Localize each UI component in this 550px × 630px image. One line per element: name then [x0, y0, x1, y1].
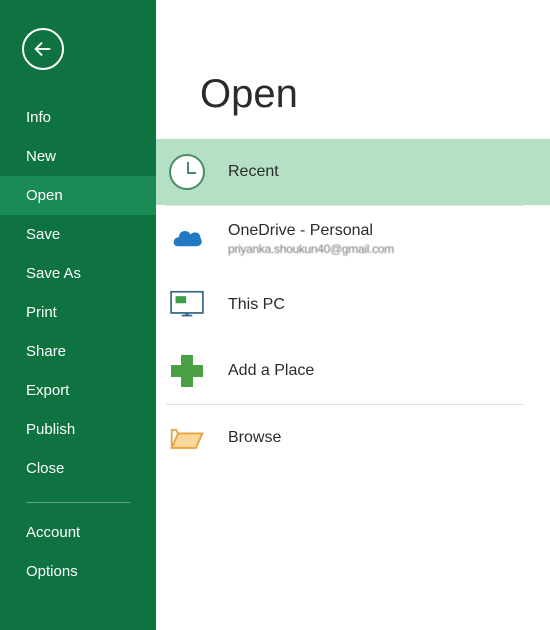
location-label: Browse — [228, 429, 281, 447]
sidebar-item-options[interactable]: Options — [0, 552, 156, 591]
sidebar-item-label: Save As — [26, 265, 81, 282]
sidebar-item-info[interactable]: Info — [0, 98, 156, 137]
sidebar-item-label: New — [26, 148, 56, 165]
location-add-place[interactable]: Add a Place — [156, 338, 550, 404]
sidebar-item-label: Info — [26, 109, 51, 126]
sidebar-item-label: Share — [26, 343, 66, 360]
sidebar-item-print[interactable]: Print — [0, 293, 156, 332]
location-list: Recent OneDrive - Personal priyanka.shou… — [156, 139, 550, 471]
main-panel: Open Recent OneDrive - Personal priyanka… — [156, 0, 550, 630]
sidebar-item-close[interactable]: Close — [0, 449, 156, 488]
location-recent[interactable]: Recent — [156, 139, 550, 205]
sidebar-item-label: Print — [26, 304, 57, 321]
sidebar-item-save[interactable]: Save — [0, 215, 156, 254]
folder-open-icon — [168, 419, 206, 457]
sidebar-item-label: Open — [26, 187, 63, 204]
location-label: Recent — [228, 163, 279, 181]
sidebar-item-label: Export — [26, 382, 69, 399]
sidebar-item-label: Close — [26, 460, 64, 477]
sidebar-item-label: Publish — [26, 421, 75, 438]
backstage-sidebar: Info New Open Save Save As Print Share E… — [0, 0, 156, 630]
location-onedrive[interactable]: OneDrive - Personal priyanka.shoukun40@g… — [156, 206, 550, 272]
sidebar-item-label: Save — [26, 226, 60, 243]
location-label: OneDrive - Personal — [228, 222, 394, 240]
sidebar-item-export[interactable]: Export — [0, 371, 156, 410]
recent-icon — [168, 153, 206, 191]
sidebar-divider — [26, 502, 130, 503]
cloud-icon — [168, 220, 206, 258]
sidebar-item-share[interactable]: Share — [0, 332, 156, 371]
monitor-icon — [168, 286, 206, 324]
sidebar-item-account[interactable]: Account — [0, 513, 156, 552]
sidebar-item-open[interactable]: Open — [0, 176, 156, 215]
sidebar-item-save-as[interactable]: Save As — [0, 254, 156, 293]
sidebar-item-publish[interactable]: Publish — [0, 410, 156, 449]
back-arrow-icon — [32, 38, 54, 60]
sidebar-item-label: Options — [26, 563, 78, 580]
location-label: This PC — [228, 296, 285, 314]
location-label: Add a Place — [228, 362, 314, 380]
plus-icon — [168, 352, 206, 390]
location-this-pc[interactable]: This PC — [156, 272, 550, 338]
back-button[interactable] — [22, 28, 64, 70]
location-browse[interactable]: Browse — [156, 405, 550, 471]
location-sublabel: priyanka.shoukun40@gmail.com — [228, 242, 394, 256]
sidebar-item-new[interactable]: New — [0, 137, 156, 176]
sidebar-item-label: Account — [26, 524, 80, 541]
page-title: Open — [156, 72, 550, 117]
